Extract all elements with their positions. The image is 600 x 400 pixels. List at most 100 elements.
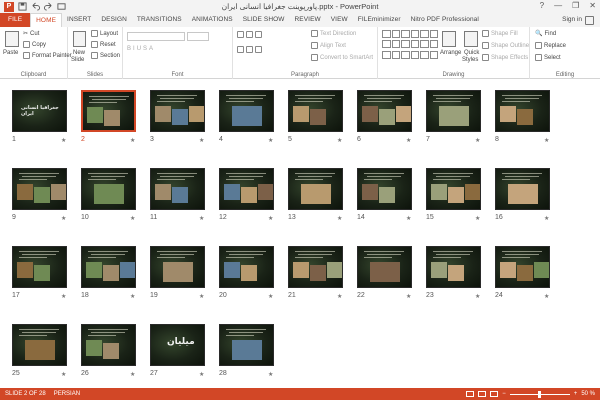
slide-thumbnail[interactable] — [495, 246, 550, 288]
tab-review[interactable]: REVIEW — [290, 13, 326, 27]
layout-button[interactable]: Layout — [91, 30, 118, 37]
slide-transition-star-icon[interactable]: ★ — [130, 137, 135, 144]
text-direction-button[interactable]: Text Direction — [311, 30, 356, 37]
underline-icon[interactable]: U — [137, 46, 141, 52]
reset-button[interactable]: Reset — [91, 41, 116, 48]
slide-thumbnail[interactable] — [495, 168, 550, 210]
copy-button[interactable]: Copy — [23, 41, 46, 48]
slide-thumbnail[interactable] — [81, 168, 136, 210]
slide-thumbnail[interactable] — [219, 90, 274, 132]
slide-thumbnail[interactable] — [12, 246, 67, 288]
slide-thumbnail[interactable] — [288, 246, 343, 288]
slide-transition-star-icon[interactable]: ★ — [406, 137, 411, 144]
zoom-slider[interactable] — [509, 390, 570, 398]
slide-transition-star-icon[interactable]: ★ — [337, 137, 342, 144]
slide-transition-star-icon[interactable]: ★ — [475, 215, 480, 222]
font-name-combo[interactable] — [127, 32, 185, 41]
tab-file[interactable]: FILE — [0, 13, 31, 27]
slide-transition-star-icon[interactable]: ★ — [337, 215, 342, 222]
start-slideshow-icon[interactable] — [57, 2, 66, 11]
slide-thumbnail[interactable] — [150, 246, 205, 288]
zoom-out-icon[interactable]: − — [502, 391, 506, 397]
slide-thumbnail[interactable] — [426, 90, 481, 132]
shapes-gallery[interactable] — [382, 30, 438, 60]
section-button[interactable]: Section — [91, 52, 120, 59]
tab-home[interactable]: HOME — [30, 13, 63, 27]
alignment-buttons[interactable] — [237, 46, 262, 53]
tab-design[interactable]: DESIGN — [96, 13, 132, 27]
align-text-button[interactable]: Align Text — [311, 42, 346, 49]
replace-button[interactable]: Replace — [535, 42, 566, 49]
convert-smartart-button[interactable]: Convert to SmartArt — [311, 54, 373, 61]
reading-view-icon[interactable] — [490, 391, 499, 397]
slide-thumbnail[interactable] — [426, 246, 481, 288]
find-button[interactable]: 🔍 Find — [535, 30, 556, 38]
help-button[interactable]: ? — [540, 1, 544, 10]
close-button[interactable]: ✕ — [589, 1, 596, 10]
slide-transition-star-icon[interactable]: ★ — [268, 371, 273, 378]
slide-transition-star-icon[interactable]: ★ — [61, 137, 66, 144]
select-button[interactable]: Select — [535, 54, 561, 61]
zoom-slider-thumb[interactable] — [538, 390, 542, 398]
quick-styles-button-line2[interactable]: Styles — [462, 57, 478, 63]
slide-thumbnail[interactable] — [219, 246, 274, 288]
paste-icon[interactable] — [5, 31, 19, 47]
paste-button[interactable]: Paste — [3, 50, 18, 56]
sign-in-label[interactable]: Sign in — [562, 13, 582, 27]
slide-transition-star-icon[interactable]: ★ — [475, 293, 480, 300]
slide-transition-star-icon[interactable]: ★ — [199, 215, 204, 222]
tab-transitions[interactable]: TRANSITIONS — [132, 13, 187, 27]
slide-thumbnail[interactable] — [219, 168, 274, 210]
strikethrough-icon[interactable]: S — [143, 46, 147, 52]
slide-thumbnail[interactable] — [357, 168, 412, 210]
italic-icon[interactable]: I — [133, 46, 135, 52]
quick-styles-icon[interactable] — [464, 31, 478, 47]
tab-slide-show[interactable]: SLIDE SHOW — [238, 13, 290, 27]
slide-transition-star-icon[interactable]: ★ — [268, 137, 273, 144]
slide-transition-star-icon[interactable]: ★ — [544, 137, 549, 144]
minimize-button[interactable]: — — [554, 1, 562, 10]
shape-fill-button[interactable]: Shape Fill — [482, 30, 518, 37]
slide-transition-star-icon[interactable]: ★ — [406, 215, 411, 222]
arrange-icon[interactable] — [442, 31, 456, 47]
zoom-in-icon[interactable]: + — [574, 391, 578, 397]
slide-thumbnail[interactable] — [219, 324, 274, 366]
redo-icon[interactable] — [44, 2, 53, 11]
slide-transition-star-icon[interactable]: ★ — [130, 215, 135, 222]
slide-transition-star-icon[interactable]: ★ — [199, 293, 204, 300]
format-painter-button[interactable]: Format Painter — [23, 52, 72, 59]
slide-transition-star-icon[interactable]: ★ — [61, 371, 66, 378]
slide-transition-star-icon[interactable]: ★ — [475, 137, 480, 144]
font-format-buttons[interactable]: B I U S A — [127, 46, 153, 52]
arrange-button[interactable]: Arrange — [440, 50, 461, 56]
quick-styles-button[interactable]: Quick — [464, 50, 479, 56]
slide-transition-star-icon[interactable]: ★ — [337, 293, 342, 300]
bullets-button[interactable] — [237, 31, 262, 38]
slide-transition-star-icon[interactable]: ★ — [61, 293, 66, 300]
shape-effects-button[interactable]: Shape Effects — [482, 54, 528, 61]
normal-view-icon[interactable] — [466, 391, 475, 397]
tab-view[interactable]: VIEW — [326, 13, 353, 27]
bold-icon[interactable]: B — [127, 46, 131, 52]
slide-sorter-view-icon[interactable] — [478, 391, 487, 397]
new-slide-button-line2[interactable]: Slide — [71, 57, 84, 63]
slide-transition-star-icon[interactable]: ★ — [544, 215, 549, 222]
slide-thumbnail[interactable]: جغرافیا انسانی ایران — [12, 90, 67, 132]
slide-transition-star-icon[interactable]: ★ — [130, 293, 135, 300]
avatar[interactable] — [585, 15, 594, 25]
slide-thumbnail[interactable] — [81, 324, 136, 366]
shape-outline-button[interactable]: Shape Outline — [482, 42, 529, 49]
undo-icon[interactable] — [31, 2, 40, 11]
save-icon[interactable] — [18, 2, 27, 11]
sign-in[interactable]: Sign in — [562, 13, 594, 27]
slide-thumbnail[interactable] — [80, 89, 137, 133]
zoom-level[interactable]: 50 % — [581, 391, 595, 397]
slide-transition-star-icon[interactable]: ★ — [199, 371, 204, 378]
font-color-icon[interactable]: A — [149, 46, 153, 52]
slide-thumbnail[interactable] — [426, 168, 481, 210]
slide-transition-star-icon[interactable]: ★ — [130, 371, 135, 378]
tab-fileminimizer[interactable]: FILEminimizer — [353, 13, 406, 27]
slide-thumbnail[interactable] — [12, 324, 67, 366]
slide-transition-star-icon[interactable]: ★ — [544, 293, 549, 300]
slide-transition-star-icon[interactable]: ★ — [406, 293, 411, 300]
